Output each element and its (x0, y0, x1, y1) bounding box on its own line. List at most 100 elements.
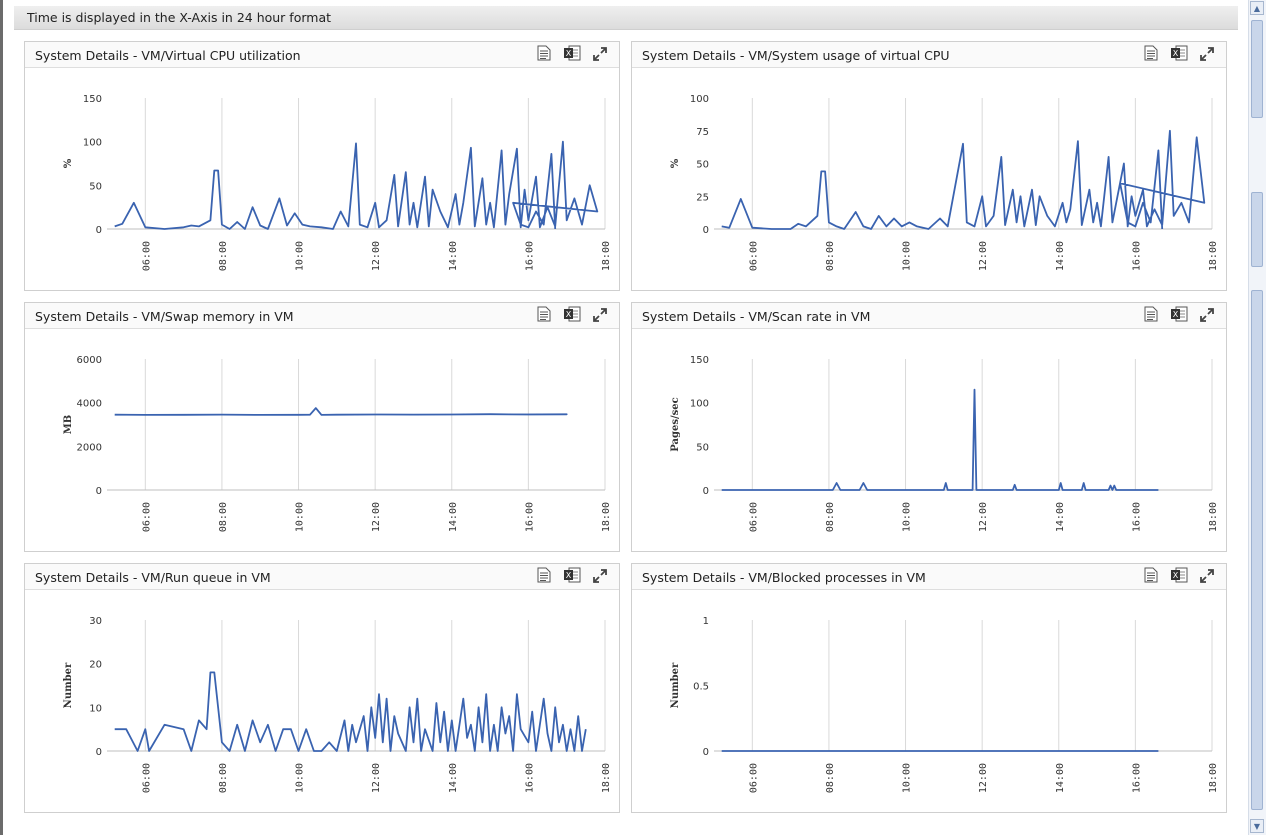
expand-icon (593, 46, 607, 65)
excel-icon: X (1170, 45, 1188, 65)
x-tick-label: 08:00 (218, 241, 229, 271)
scrollbar-thumb[interactable] (1251, 290, 1263, 810)
y-tick-label: 0 (703, 486, 709, 497)
document-icon (1144, 306, 1158, 326)
x-tick-label: 06:00 (748, 502, 759, 532)
x-tick-label: 16:00 (524, 241, 535, 271)
x-tick-label: 10:00 (902, 241, 913, 271)
series-line (114, 407, 568, 416)
x-tick-label: 12:00 (978, 241, 989, 271)
panel-header: System Details - VM/Blocked processes in… (632, 564, 1226, 590)
x-tick-label: 16:00 (524, 763, 535, 793)
x-tick-label: 12:00 (978, 763, 989, 793)
x-tick-label: 14:00 (448, 763, 459, 793)
x-tick-label: 06:00 (141, 502, 152, 532)
line-chart: 06:00 08:00 10:00 12:00 14:00 16:00 18:00 0 2000… (63, 355, 612, 532)
window-border (0, 0, 3, 835)
panel-header: System Details - VM/Swap memory in VM X (25, 303, 619, 329)
export-excel-button[interactable]: X (563, 567, 581, 586)
x-tick-label: 10:00 (902, 763, 913, 793)
document-icon (537, 567, 551, 587)
time-format-banner: Time is displayed in the X-Axis in 24 ho… (14, 6, 1238, 30)
y-tick-label: 0.5 (693, 682, 709, 693)
export-excel-button[interactable]: X (563, 306, 581, 326)
y-tick-label: 30 (89, 616, 102, 627)
export-excel-button[interactable]: X (1170, 306, 1188, 326)
document-icon (1144, 45, 1158, 65)
y-tick-label: 20 (89, 660, 102, 671)
svg-text:X: X (1173, 571, 1179, 580)
x-tick-label: 18:00 (601, 763, 612, 793)
excel-icon: X (1170, 306, 1188, 326)
x-tick-label: 14:00 (448, 502, 459, 532)
excel-icon: X (563, 306, 581, 326)
panel-actions: X (535, 45, 609, 64)
y-axis-label: % (670, 158, 681, 168)
y-tick-label: 0 (96, 486, 102, 497)
x-tick-label: 18:00 (1208, 502, 1219, 532)
expand-button[interactable] (591, 568, 609, 586)
x-tick-label: 10:00 (295, 763, 306, 793)
report-button[interactable] (1142, 306, 1160, 326)
report-button[interactable] (1142, 567, 1160, 587)
svg-text:X: X (566, 571, 572, 580)
x-tick-label: 18:00 (601, 502, 612, 532)
x-tick-label: 10:00 (295, 241, 306, 271)
x-tick-label: 10:00 (902, 502, 913, 532)
y-tick-label: 0 (703, 747, 709, 758)
panel-title: System Details - VM/Scan rate in VM (642, 309, 871, 324)
panel-actions: X (535, 306, 609, 326)
series-line (721, 129, 1206, 230)
x-tick-label: 14:00 (1055, 502, 1066, 532)
y-tick-label: 50 (89, 181, 102, 192)
excel-icon: X (1170, 567, 1188, 587)
y-axis-label: Number (670, 662, 681, 708)
panel-actions: X (535, 567, 609, 587)
export-excel-button[interactable]: X (1170, 45, 1188, 65)
x-tick-label: 06:00 (141, 241, 152, 271)
scrollbar-track-segment[interactable] (1251, 192, 1263, 267)
report-button[interactable] (1142, 45, 1160, 65)
panel-header: System Details - VM/Run queue in VM X (25, 564, 619, 590)
report-button[interactable] (535, 306, 553, 325)
export-excel-button[interactable]: X (1170, 567, 1188, 587)
expand-icon (593, 307, 607, 326)
export-excel-button[interactable]: X (563, 45, 581, 64)
x-tick-label: 12:00 (371, 502, 382, 532)
report-button[interactable] (535, 45, 553, 64)
y-tick-label: 6000 (77, 355, 102, 366)
expand-button[interactable] (591, 46, 609, 64)
x-tick-label: 10:00 (295, 502, 306, 532)
panel-title: System Details - VM/System usage of virt… (642, 48, 950, 63)
x-tick-label: 16:00 (524, 502, 535, 532)
scroll-down-button[interactable]: ▼ (1250, 819, 1264, 833)
series-line (721, 388, 1159, 491)
x-tick-label: 14:00 (448, 241, 459, 271)
line-chart: 06:00 08:00 10:00 12:00 14:00 16:00 18:00 0 25 50… (670, 94, 1219, 271)
scroll-up-button[interactable]: ▲ (1250, 1, 1264, 15)
report-button[interactable] (535, 567, 553, 587)
y-axis-label: Pages/sec (670, 397, 681, 451)
chart-panel: System Details - VM/Run queue in VM X 06:0… (24, 563, 620, 813)
y-tick-label: 2000 (77, 442, 102, 453)
svg-text:X: X (1173, 310, 1179, 319)
y-axis-label: % (63, 158, 74, 168)
x-tick-label: 18:00 (601, 241, 612, 271)
document-icon (1144, 567, 1158, 587)
vertical-scrollbar[interactable]: ▲ ▼ (1248, 0, 1266, 835)
expand-button[interactable] (1198, 46, 1216, 64)
expand-button[interactable] (1198, 568, 1216, 586)
x-tick-label: 06:00 (748, 763, 759, 793)
expand-button[interactable] (1198, 307, 1216, 325)
y-tick-label: 10 (89, 703, 102, 714)
chart-panel: System Details - VM/Swap memory in VM X 06… (24, 302, 620, 552)
x-tick-label: 14:00 (1055, 763, 1066, 793)
x-tick-label: 06:00 (141, 763, 152, 793)
x-tick-label: 16:00 (1131, 502, 1142, 532)
x-tick-label: 14:00 (1055, 241, 1066, 271)
x-tick-label: 18:00 (1208, 763, 1219, 793)
expand-icon (1200, 46, 1214, 65)
svg-text:X: X (1173, 49, 1179, 58)
scrollbar-track-segment[interactable] (1251, 20, 1263, 118)
expand-button[interactable] (591, 307, 609, 325)
